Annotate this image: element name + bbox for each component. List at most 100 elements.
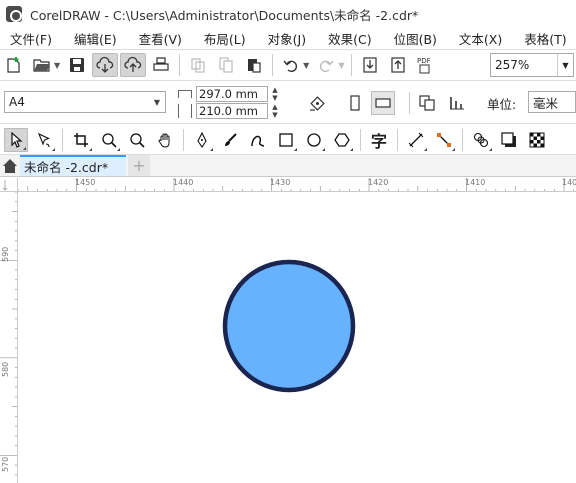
export-button[interactable]: [385, 53, 411, 77]
toolbar-separator: [183, 128, 184, 151]
cloud-import-button[interactable]: [92, 53, 119, 77]
pointer-arrow-icon: [11, 131, 23, 148]
page-width-input[interactable]: 297.0 mm: [196, 86, 268, 102]
menu-object[interactable]: 对象(J): [257, 29, 317, 48]
page-size-dropdown-icon[interactable]: ▼: [149, 98, 165, 107]
zoom-level-value[interactable]: 257%: [491, 58, 557, 72]
menu-view[interactable]: 查看(V): [128, 29, 193, 48]
horizontal-ruler[interactable]: 1450 1440 1430 1420 1410 140: [18, 178, 576, 192]
bezier-tool[interactable]: [246, 128, 270, 152]
width-spinner-icon[interactable]: ▲ ▼: [268, 86, 282, 102]
menu-layout[interactable]: 布局(L): [193, 29, 257, 48]
cut-button[interactable]: [185, 53, 211, 77]
pan-tool[interactable]: [153, 128, 177, 152]
portrait-icon: [350, 95, 360, 111]
crop-tool[interactable]: [69, 128, 93, 152]
parallel-dimension-tool[interactable]: [404, 128, 428, 152]
menu-bitmaps[interactable]: 位图(B): [383, 29, 448, 48]
page-options-button[interactable]: [305, 91, 329, 115]
ruler-label: 580: [1, 361, 10, 377]
text-tool-glyph: 字: [370, 131, 387, 151]
text-tool[interactable]: 字: [367, 128, 391, 152]
page-height-field: 210.0 mm ▲ ▼: [178, 103, 290, 119]
redo-button[interactable]: [313, 53, 339, 77]
search-icon: [130, 132, 145, 148]
landscape-button[interactable]: [371, 91, 395, 115]
blend-tool[interactable]: [469, 128, 493, 152]
copy-button[interactable]: [213, 53, 239, 77]
print-button[interactable]: [148, 53, 174, 77]
page-size-value[interactable]: A4: [5, 95, 149, 109]
copy-icon: [219, 57, 233, 73]
save-button[interactable]: [64, 53, 90, 77]
cloud-export-button[interactable]: [120, 53, 147, 77]
landscape-icon: [375, 98, 391, 108]
new-tab-button[interactable]: +: [128, 155, 150, 176]
pen-tool[interactable]: [190, 128, 214, 152]
new-document-button[interactable]: [1, 53, 27, 77]
drop-shadow-tool[interactable]: [497, 128, 521, 152]
menu-file[interactable]: 文件(F): [0, 29, 63, 48]
undo-button[interactable]: [278, 53, 304, 77]
undo-dropdown-icon[interactable]: ▼: [303, 61, 309, 70]
ellipse-tool[interactable]: [302, 128, 326, 152]
blend-icon: [473, 132, 489, 147]
ruler-label: 1450: [75, 178, 96, 187]
connector-tool[interactable]: [432, 128, 456, 152]
height-spinner-icon[interactable]: ▲ ▼: [268, 103, 282, 119]
hand-icon: [158, 133, 170, 148]
document-tab-bar: 未命名 -2.cdr* +: [0, 155, 576, 177]
document-tab-label: 未命名 -2.cdr*: [24, 160, 109, 175]
current-page-button[interactable]: [445, 91, 469, 115]
zoom-level-combo[interactable]: 257% ▼: [490, 53, 574, 77]
page-size-select[interactable]: A4 ▼: [4, 91, 166, 113]
paste-icon: [248, 59, 261, 73]
menu-text[interactable]: 文本(X): [448, 29, 513, 48]
tool-flyout-indicator: [294, 147, 297, 151]
menu-effects[interactable]: 效果(C): [317, 29, 382, 48]
open-button[interactable]: [29, 53, 55, 77]
toolbar-separator: [462, 128, 463, 151]
menu-edit[interactable]: 编辑(E): [63, 29, 128, 48]
toolbar-separator: [397, 128, 398, 151]
connector-icon: [437, 132, 451, 147]
ruler-label: 1430: [270, 178, 291, 187]
unit-select[interactable]: 毫米: [528, 91, 576, 113]
menu-table[interactable]: 表格(T): [513, 29, 576, 48]
tool-flyout-indicator: [452, 147, 455, 151]
publish-pdf-button[interactable]: PDF: [413, 53, 439, 77]
import-icon: [363, 57, 378, 73]
blue-circle-shape[interactable]: [222, 259, 356, 393]
unit-value[interactable]: 毫米: [533, 93, 558, 112]
vertical-ruler[interactable]: 590 580 570: [0, 192, 18, 483]
pick-tool[interactable]: [4, 127, 28, 152]
paste-button[interactable]: [241, 53, 267, 77]
horizontal-ruler-ticks: [18, 178, 575, 191]
polygon-tool[interactable]: [330, 128, 354, 152]
tool-flyout-indicator: [89, 147, 92, 151]
redo-dropdown-icon[interactable]: ▼: [338, 61, 344, 70]
artistic-media-tool[interactable]: [218, 128, 242, 152]
add-tab-icon: +: [132, 156, 146, 175]
window-title: CorelDRAW - C:\Users\Administrator\Docum…: [30, 7, 419, 23]
import-button[interactable]: [357, 53, 383, 77]
drawing-canvas[interactable]: [19, 193, 576, 483]
save-icon: [70, 58, 85, 72]
portrait-button[interactable]: [343, 91, 367, 115]
document-tab[interactable]: 未命名 -2.cdr*: [20, 155, 126, 176]
transparency-tool[interactable]: [525, 128, 549, 152]
checkerboard-icon: [529, 132, 545, 147]
zoom-out-tool[interactable]: [125, 128, 149, 152]
zoom-tool[interactable]: [97, 128, 121, 152]
ruler-origin-corner[interactable]: [0, 178, 18, 192]
page-height-input[interactable]: 210.0 mm: [196, 103, 268, 119]
all-pages-button[interactable]: [415, 91, 439, 115]
open-dropdown-icon[interactable]: ▼: [54, 61, 60, 70]
tool-flyout-indicator: [424, 147, 427, 151]
unit-label: 单位:: [487, 97, 517, 112]
shape-tool[interactable]: [32, 128, 56, 152]
zoom-dropdown-icon[interactable]: ▼: [557, 54, 573, 76]
rectangle-tool[interactable]: [274, 128, 298, 152]
tool-flyout-indicator: [350, 147, 353, 151]
welcome-home-tab[interactable]: [0, 155, 20, 176]
